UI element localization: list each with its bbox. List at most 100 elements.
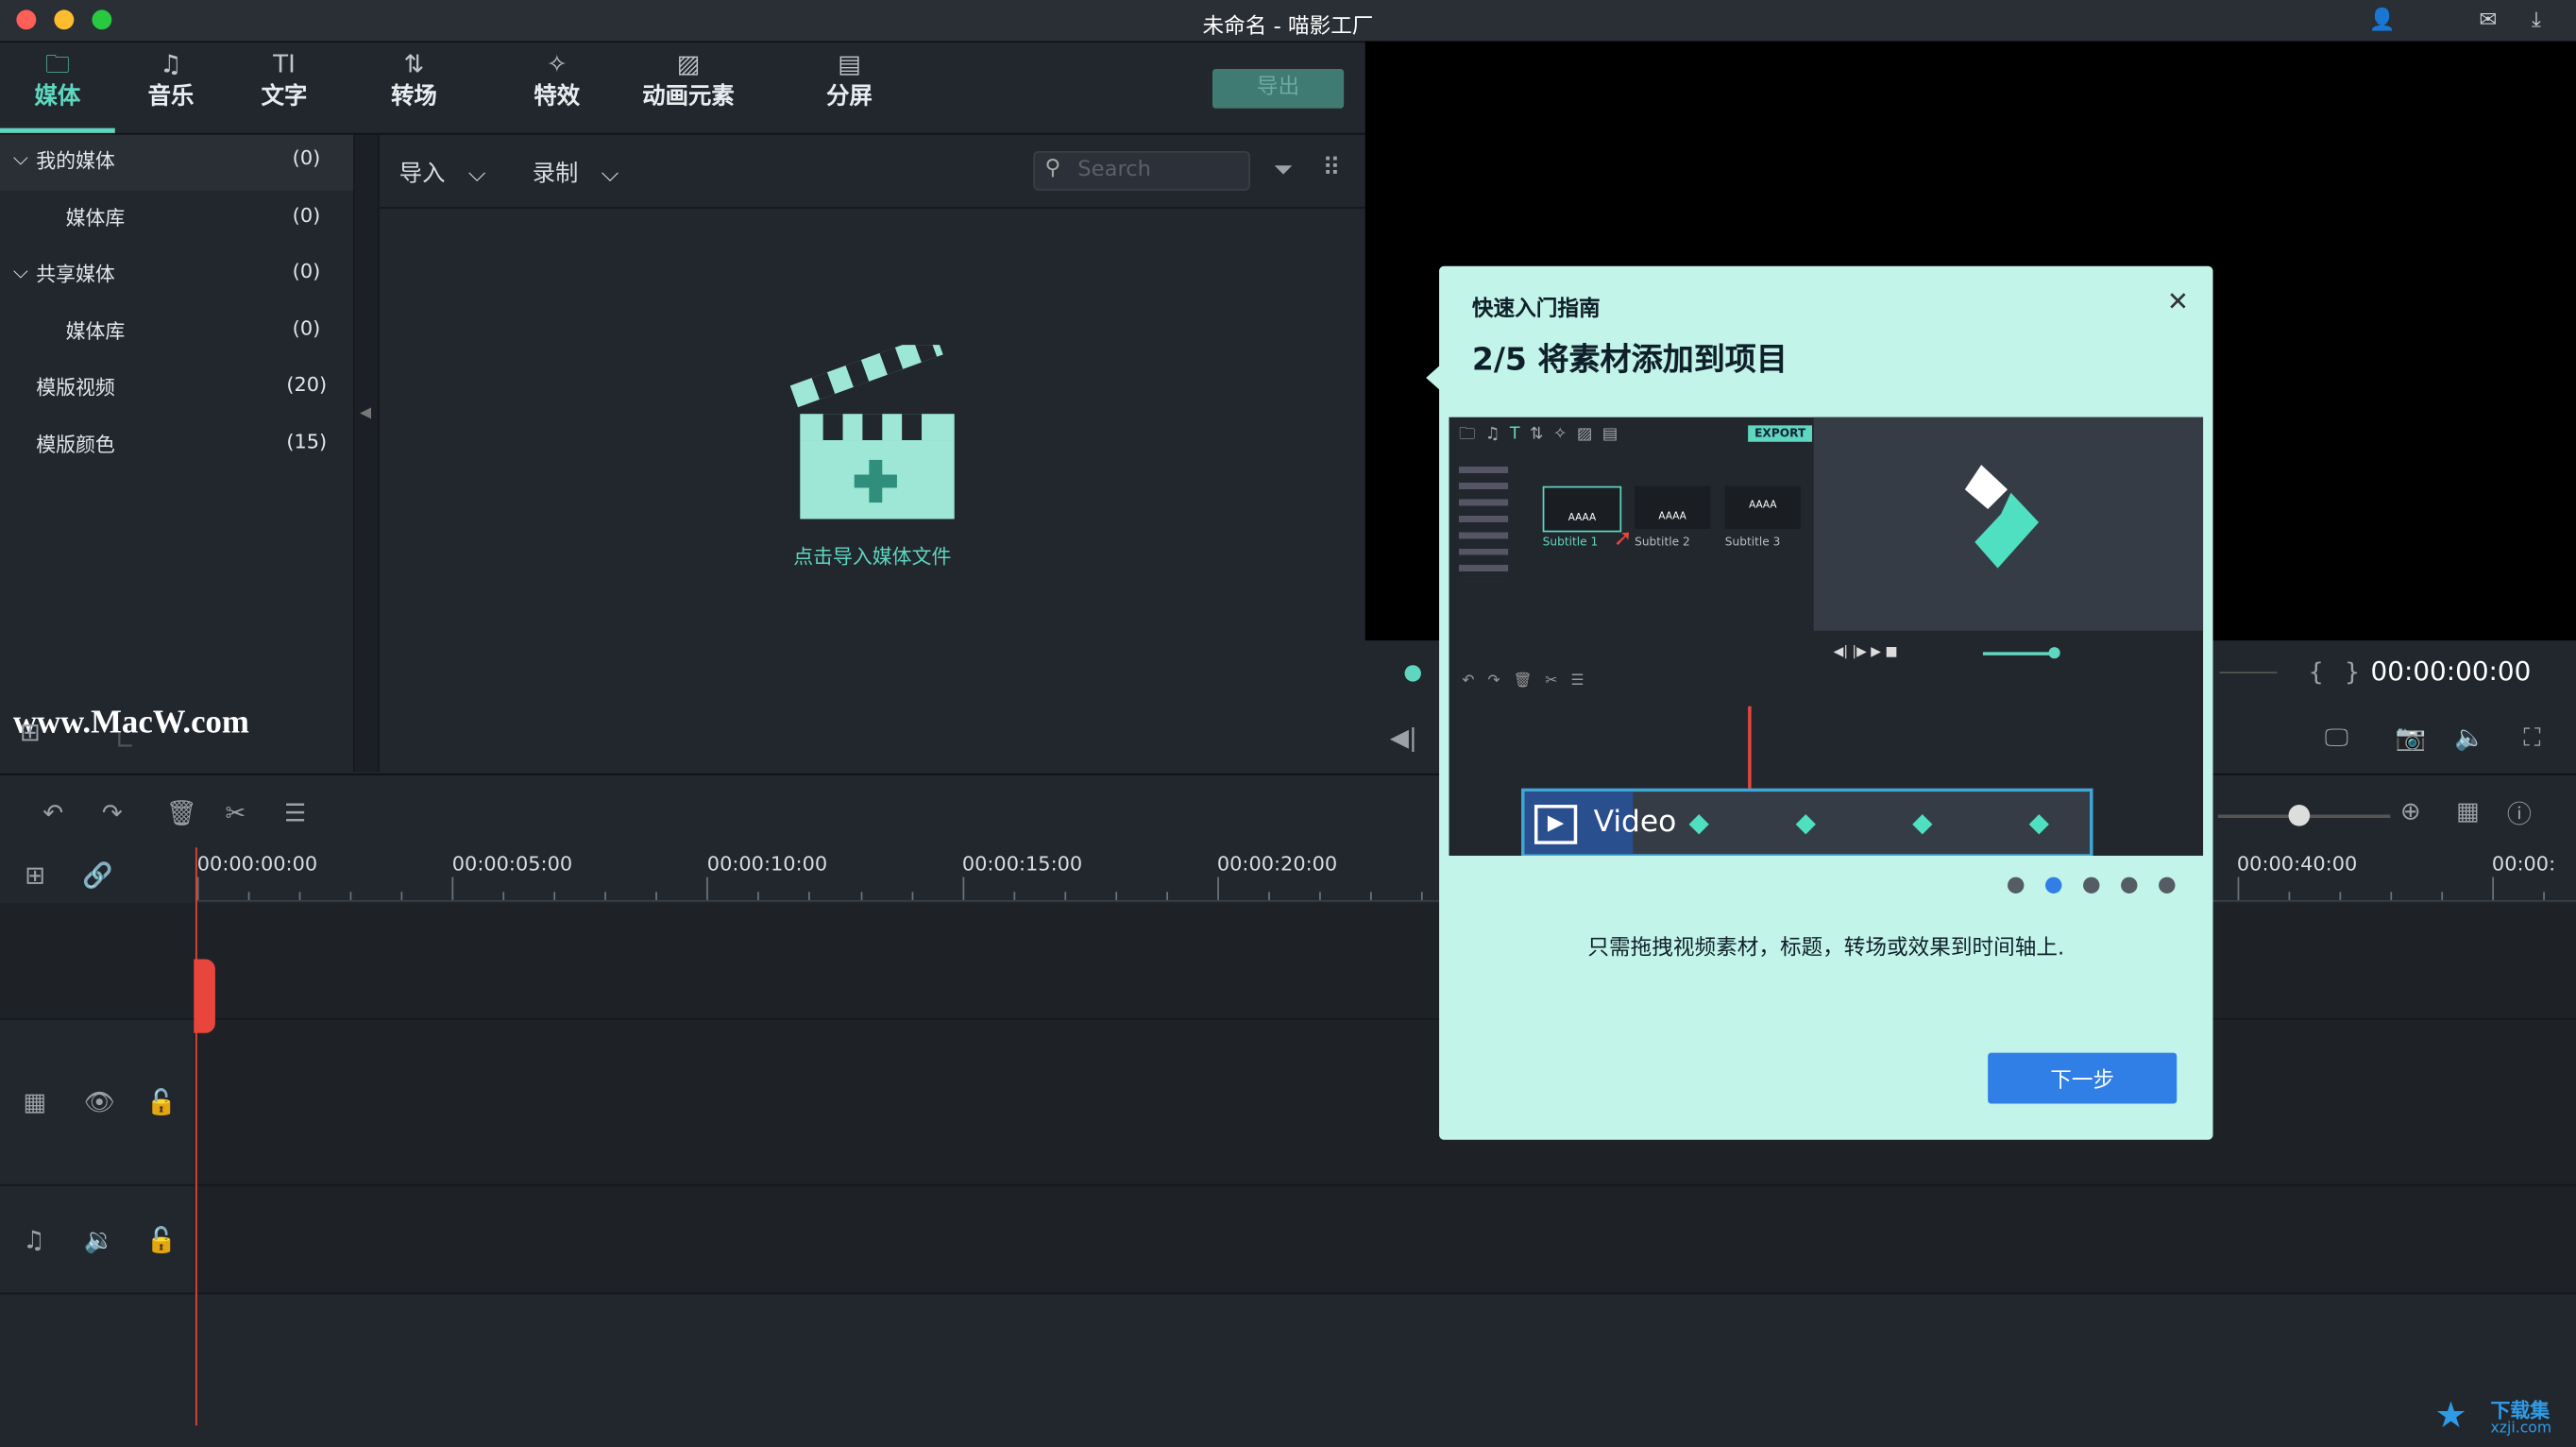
audio-track-header: ♫ 🔉 🔓 bbox=[0, 1185, 195, 1293]
track-height-icon[interactable]: ▦ bbox=[2456, 796, 2480, 826]
step-dot[interactable] bbox=[2045, 877, 2062, 894]
sidebar-item-count: (20) bbox=[286, 372, 328, 397]
mini-subtitle-label: Subtitle 2 bbox=[1635, 535, 1690, 549]
lock-icon[interactable]: 🔓 bbox=[146, 1225, 178, 1254]
ruler-tick bbox=[2542, 892, 2545, 900]
tab-music[interactable]: ♫ 音乐 bbox=[113, 43, 229, 133]
download-icon[interactable]: ⤓ bbox=[2532, 9, 2541, 33]
search-input[interactable]: ⚲ Search bbox=[1033, 150, 1250, 191]
music-icon: ♫ bbox=[160, 49, 182, 79]
import-dropdown[interactable]: 导入 ⌵ bbox=[399, 156, 486, 189]
remove-folder-icon[interactable]: ∟ bbox=[115, 726, 136, 756]
ruler-tick bbox=[1369, 892, 1372, 900]
user-icon[interactable]: 👤 bbox=[2369, 9, 2396, 33]
app-window: 未命名 - 喵影工厂 👤 ✉ ⤓ 🗀 媒体 ♫ 音乐 TI 文字 ⇅ 转场 ✧ 特效 ▨ 动画元素 ▤ 分… bbox=[0, 0, 2576, 1447]
mini-subtitle-label: Subtitle 3 bbox=[1724, 535, 1781, 549]
media-panel: 导入 ⌵ 录制 ⌵ ⚲ Search ⏷ ⠿ 点击导入媒体文件 bbox=[378, 134, 1365, 773]
step-dot[interactable] bbox=[2159, 877, 2176, 894]
grid-view-icon[interactable]: ⠿ bbox=[1323, 153, 1341, 182]
tab-split-screen[interactable]: ▤ 分屏 bbox=[792, 43, 907, 133]
add-track-icon[interactable]: ⊞ bbox=[25, 860, 45, 890]
fullscreen-icon[interactable]: ⛶ bbox=[2523, 723, 2540, 752]
ruler-tick bbox=[961, 877, 964, 900]
sidebar-item[interactable]: 模版颜色 (15) bbox=[0, 418, 353, 474]
sidebar-item[interactable]: 媒体库 (0) bbox=[0, 305, 353, 361]
playback-slider-track[interactable] bbox=[2219, 672, 2278, 673]
sidebar-item-count: (0) bbox=[292, 145, 321, 170]
playback-slider-handle[interactable] bbox=[1404, 665, 1421, 682]
sidebar-collapse-handle[interactable]: ◀ bbox=[354, 134, 379, 773]
import-media-area[interactable] bbox=[789, 332, 955, 525]
mark-out-icon[interactable]: } bbox=[2345, 657, 2361, 687]
step-dot[interactable] bbox=[2121, 877, 2138, 894]
ruler-label: 00:00:10:00 bbox=[706, 852, 828, 876]
sidebar-item[interactable]: 模版视频 (20) bbox=[0, 362, 353, 417]
tab-image[interactable]: ▨ 动画元素 bbox=[622, 43, 754, 133]
tab-text[interactable]: TI 文字 bbox=[227, 43, 342, 133]
playhead[interactable] bbox=[195, 847, 197, 1426]
adjust-icon[interactable]: ☰ bbox=[284, 798, 306, 827]
add-folder-icon[interactable]: ⊞ bbox=[20, 718, 41, 747]
delete-icon[interactable]: 🗑 bbox=[166, 798, 197, 827]
mail-icon[interactable]: ✉ bbox=[2479, 9, 2497, 33]
tab-label: 转场 bbox=[391, 83, 437, 111]
mini-preview bbox=[1813, 417, 2204, 631]
tab-transition[interactable]: ⇅ 转场 bbox=[357, 43, 472, 133]
step-dot[interactable] bbox=[2008, 877, 2025, 894]
sidebar-item[interactable]: ⌵ 共享媒体 (0) bbox=[0, 248, 353, 304]
eye-icon[interactable]: 👁 bbox=[84, 1087, 115, 1116]
tab-label: 动画元素 bbox=[642, 83, 735, 111]
sidebar-item[interactable]: ⌵ 我的媒体 (0) bbox=[0, 134, 354, 191]
mini-thumb: AAAA bbox=[1542, 485, 1622, 533]
ruler-tick bbox=[502, 892, 505, 900]
undo-icon[interactable]: ↶ bbox=[42, 798, 63, 827]
close-icon[interactable]: ✕ bbox=[2167, 286, 2189, 317]
effects-icon: ✧ bbox=[546, 49, 568, 79]
ruler-tick bbox=[1318, 892, 1321, 900]
timeline-ruler[interactable]: 00:00:00:00 00:00:05:00 00:00:10:00 00:00:1… bbox=[196, 847, 2576, 902]
ruler-tick bbox=[706, 877, 709, 900]
playhead-split-handle[interactable] bbox=[194, 959, 215, 1033]
render-settings-icon[interactable]: 🖵 bbox=[2325, 723, 2348, 752]
ruler-tick bbox=[247, 892, 250, 900]
ruler-tick bbox=[2236, 877, 2239, 900]
dialog-header: 快速入门指南 bbox=[1471, 297, 1601, 322]
ruler-tick bbox=[2491, 877, 2494, 900]
mini-subtitle-label: Subtitle 1 bbox=[1542, 535, 1599, 549]
redo-icon[interactable]: ↷ bbox=[102, 798, 123, 827]
ruler-tick bbox=[2389, 892, 2392, 900]
cut-icon[interactable]: ✂ bbox=[225, 798, 246, 827]
folder-icon: 🗀 bbox=[44, 49, 70, 79]
search-placeholder: Search bbox=[1077, 157, 1152, 183]
speaker-icon[interactable]: 🔉 bbox=[84, 1225, 115, 1254]
title-bar: 未命名 - 喵影工厂 👤 ✉ ⤓ bbox=[0, 0, 2576, 43]
volume-icon[interactable]: 🔈 bbox=[2454, 723, 2485, 752]
chevron-down-icon: ⌵ bbox=[601, 161, 619, 188]
dialog-title: 2/5 将素材添加到项目 bbox=[1471, 341, 1788, 378]
tab-folder[interactable]: 🗀 媒体 bbox=[0, 43, 115, 133]
sidebar-item[interactable]: 媒体库 (0) bbox=[0, 192, 353, 247]
tab-effects[interactable]: ✧ 特效 bbox=[500, 43, 615, 133]
text-icon: TI bbox=[273, 49, 296, 79]
zoom-slider-handle[interactable] bbox=[2288, 805, 2311, 826]
record-dropdown[interactable]: 录制 ⌵ bbox=[533, 156, 619, 189]
sidebar-item-label: 我的媒体 bbox=[36, 149, 115, 173]
import-media-link[interactable]: 点击导入媒体文件 bbox=[708, 542, 1037, 570]
ruler-tick bbox=[1114, 892, 1117, 900]
zoom-in-icon[interactable]: ⊕ bbox=[2400, 796, 2421, 826]
filter-icon[interactable]: ⏷ bbox=[1273, 154, 1293, 183]
next-step-button[interactable]: 下一步 bbox=[1988, 1052, 2178, 1104]
ruler-label: 00:00:20:00 bbox=[1216, 852, 1338, 876]
snapshot-icon[interactable]: 📷 bbox=[2396, 723, 2427, 752]
help-icon[interactable]: ⓘ bbox=[2507, 796, 2532, 831]
step-dot[interactable] bbox=[2083, 877, 2100, 894]
previous-frame-icon[interactable]: ◀| bbox=[1390, 723, 1417, 752]
export-button[interactable]: 导出 bbox=[1212, 69, 1345, 109]
mark-in-icon[interactable]: { bbox=[2308, 657, 2324, 687]
audio-track: ♫ 🔉 🔓 bbox=[0, 1185, 2576, 1295]
ruler-tick bbox=[808, 892, 811, 900]
link-icon[interactable]: 🔗 bbox=[82, 860, 113, 890]
lock-icon[interactable]: 🔓 bbox=[146, 1087, 178, 1116]
sidebar-item-count: (0) bbox=[292, 315, 321, 340]
sidebar-item-label: 媒体库 bbox=[65, 206, 126, 230]
